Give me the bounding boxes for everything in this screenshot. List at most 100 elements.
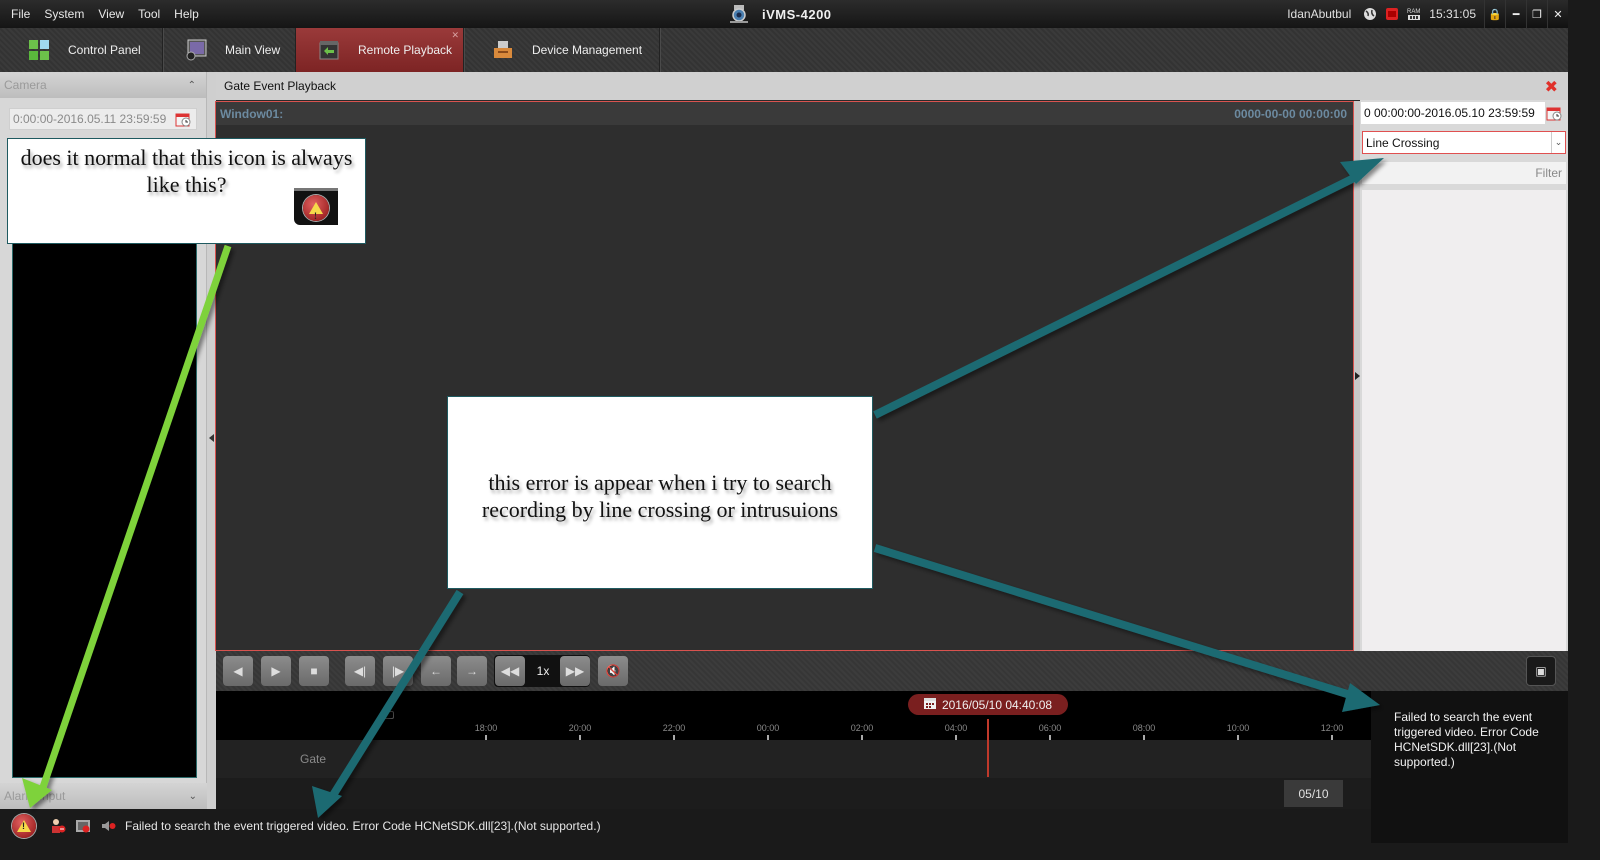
audio-mute-icon[interactable]: [100, 818, 116, 834]
current-time: 2016/05/10 04:40:08: [941, 697, 1053, 712]
recording-icon: [384, 711, 394, 719]
timeline-tick: 00:00: [753, 723, 783, 741]
chevron-down-icon[interactable]: ⌄: [189, 791, 197, 802]
minimize-button[interactable]: ━: [1505, 0, 1526, 28]
previous-button[interactable]: ←: [421, 656, 451, 686]
mute-button[interactable]: 🔇: [598, 656, 628, 686]
status-bar: Failed to search the event triggered vid…: [0, 809, 1371, 843]
menu-system[interactable]: System: [37, 7, 91, 21]
content-title: Gate Event Playback: [224, 79, 337, 93]
calendar-clock-icon[interactable]: [175, 111, 191, 127]
camera-header-label: Camera: [4, 78, 47, 92]
timeline[interactable]: 2016/05/10 04:40:08 18:00 20:00 22:00 00:00…: [216, 691, 1371, 809]
alarm-warning-icon[interactable]: [12, 814, 36, 838]
current-time-badge: 2016/05/10 04:40:08: [908, 694, 1068, 715]
stop-button[interactable]: ■: [299, 656, 329, 686]
tab-label: Device Management: [532, 43, 643, 57]
playback-speed: 1x: [536, 664, 550, 678]
annotation-text: this error is appear when i try to searc…: [481, 469, 839, 522]
next-button[interactable]: →: [457, 656, 487, 686]
date-chip[interactable]: 05/10: [1284, 780, 1343, 807]
video-window-header: Window01: 0000-00-00 00:00:00: [216, 102, 1353, 125]
frame-back-button[interactable]: ◀|: [345, 656, 375, 686]
camera-view-icon: [185, 39, 207, 61]
menu-help[interactable]: Help: [167, 7, 206, 21]
slow-down-button[interactable]: ◀◀: [495, 656, 525, 686]
window-label: Window01:: [220, 106, 284, 121]
collapse-left-icon: [209, 434, 214, 442]
timeline-footer: [216, 778, 1371, 809]
camera-logo-icon: [728, 4, 750, 24]
annotation-icon-question: does it normal that this icon is always …: [7, 138, 366, 244]
calendar-icon: [923, 697, 936, 712]
play-button[interactable]: ▶: [261, 656, 291, 686]
timeline-tick: 08:00: [1129, 723, 1159, 741]
timeline-track[interactable]: Gate: [216, 740, 1371, 778]
reverse-play-button[interactable]: ◀: [223, 656, 253, 686]
timeline-tick: 20:00: [565, 723, 595, 741]
fullscreen-button[interactable]: ▣: [1526, 656, 1556, 686]
event-type-select[interactable]: Line Crossing ⌄: [1362, 131, 1566, 154]
camera-date-range-field[interactable]: 0:00:00-2016.05.11 23:59:59: [9, 108, 197, 130]
event-date-range: 0 00:00:00-2016.05.10 23:59:59: [1364, 106, 1535, 120]
window-controls: 🔒 ━ ❐ ✕: [1484, 0, 1568, 28]
username: IdanAbutbul: [1287, 7, 1352, 21]
ivms-window: File System View Tool Help iVMS-4200 Ida…: [0, 0, 1568, 843]
tooltip-text: Failed to search the event triggered vid…: [1394, 710, 1539, 769]
grid-icon: [28, 39, 50, 61]
alarm-input-section-header[interactable]: Alarm Input ⌄: [0, 783, 207, 809]
track-label: Gate: [300, 752, 327, 766]
chevron-up-icon[interactable]: ⌃: [188, 80, 196, 91]
annotation-error-explanation: this error is appear when i try to searc…: [447, 396, 873, 589]
menu-view[interactable]: View: [91, 7, 131, 21]
user-alert-icon[interactable]: [50, 818, 66, 834]
playhead[interactable]: [987, 719, 989, 777]
menu-bar: File System View Tool Help: [4, 0, 206, 28]
alarm-input-label: Alarm Input: [4, 789, 66, 803]
speed-up-button[interactable]: ▶▶: [560, 656, 590, 686]
close-button[interactable]: ✕: [1547, 0, 1568, 28]
chevron-down-icon[interactable]: ⌄: [1551, 132, 1565, 153]
calendar-clock-icon[interactable]: [1546, 105, 1562, 121]
camera-date-range: 0:00:00-2016.05.11 23:59:59: [13, 112, 167, 126]
event-search-panel: 0 00:00:00-2016.05.10 23:59:59 Line Cros…: [1360, 100, 1568, 651]
status-message: Failed to search the event triggered vid…: [125, 819, 601, 833]
camera-section-header[interactable]: Camera ⌃: [0, 72, 206, 98]
menu-file[interactable]: File: [4, 7, 37, 21]
camera-list[interactable]: [12, 172, 197, 778]
tab-label: Main View: [225, 43, 281, 57]
lock-icon[interactable]: 🔒: [1484, 0, 1505, 28]
timeline-tick: 10:00: [1223, 723, 1253, 741]
tab-label: Remote Playback: [358, 43, 453, 57]
tab-remote-playback[interactable]: Remote Playback ✕: [296, 28, 464, 72]
error-tooltip: Failed to search the event triggered vid…: [1371, 691, 1568, 843]
content-header: Gate Event Playback ✖: [216, 72, 1568, 100]
close-icon[interactable]: ✖: [1545, 77, 1558, 97]
restore-button[interactable]: ❐: [1526, 0, 1547, 28]
app-name: iVMS-4200: [762, 6, 832, 22]
title-bar: File System View Tool Help iVMS-4200 Ida…: [0, 0, 1568, 28]
timeline-tick: 22:00: [659, 723, 689, 741]
tab-close-icon[interactable]: ✕: [451, 30, 459, 41]
tab-main-view[interactable]: Main View: [163, 28, 296, 72]
globe-icon[interactable]: [1363, 7, 1377, 21]
event-results-list[interactable]: [1362, 190, 1566, 651]
menu-tool[interactable]: Tool: [131, 7, 167, 21]
timeline-tick: 12:00: [1317, 723, 1347, 741]
module-tabs: Control Panel Main View Remote Playback …: [0, 28, 1568, 72]
event-date-range-field[interactable]: 0 00:00:00-2016.05.10 23:59:59: [1361, 102, 1545, 124]
frame-forward-button[interactable]: |▶: [383, 656, 413, 686]
ram-icon: RAM: [1407, 7, 1421, 21]
event-type-value: Line Crossing: [1366, 135, 1440, 150]
warning-icon-sample: [294, 188, 338, 230]
timeline-tick: 06:00: [1035, 723, 1065, 741]
video-exception-icon[interactable]: [75, 818, 91, 834]
tab-control-panel[interactable]: Control Panel: [0, 28, 163, 72]
status-area: IdanAbutbul RAM 15:31:05 🔒 ━ ❐ ✕: [1287, 0, 1568, 28]
filter-input[interactable]: Filter: [1362, 162, 1566, 184]
tab-device-management[interactable]: Device Management: [464, 28, 660, 72]
playback-toolbar: ◀ ▶ ■ ◀| |▶ ← → ◀◀ 1x ▶▶ 🔇 ▣: [216, 651, 1568, 691]
cpu-icon: [1385, 7, 1399, 21]
filter-placeholder: Filter: [1535, 166, 1562, 180]
playback-icon: [318, 39, 340, 61]
